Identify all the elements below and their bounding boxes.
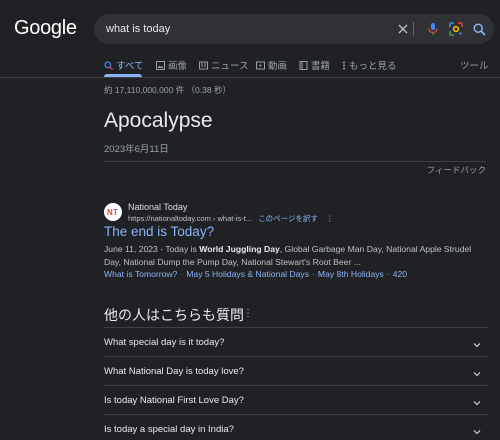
google-logo[interactable]: Google (14, 17, 77, 40)
site-name[interactable]: National Today (128, 202, 187, 212)
snippet-text: June 11, 2023 - Today is (104, 244, 200, 254)
result-title-link[interactable]: The end is Today? (104, 224, 214, 239)
more-vert-icon[interactable]: ⋮ (243, 308, 253, 319)
sitelinks: What is Tomorrow? · May 5 Holidays & Natio… (104, 269, 407, 279)
tab-all[interactable]: すべて (104, 58, 143, 72)
paa-question-text: Is today a special day in India? (104, 424, 234, 435)
result-snippet: June 11, 2023 - Today is World Juggling … (104, 243, 490, 268)
paa-question[interactable]: What special day is it today? (104, 327, 488, 356)
feedback-link[interactable]: フィードバック (427, 164, 486, 176)
lens-icon[interactable] (447, 20, 465, 38)
header-divider (0, 77, 500, 78)
tab-label: ツール (460, 61, 489, 72)
paa-question[interactable]: Is today National First Love Day? (104, 385, 488, 414)
answer-divider (104, 161, 486, 162)
paa-question[interactable]: What National Day is today love? (104, 356, 488, 385)
result-stats: 約 17,110,000,000 件 （0.38 秒） (104, 85, 231, 95)
paa-heading: 他の人はこちらも質問 (104, 307, 244, 323)
search-icon (104, 60, 113, 70)
answer-date: 2023年6月11日 (104, 144, 169, 155)
svg-text:T: T (113, 208, 118, 217)
tab-label: 動画 (268, 61, 288, 72)
sitelink[interactable]: May 5 Holidays & National Days (186, 269, 309, 279)
video-icon (256, 61, 265, 69)
paa-question-text: Is today National First Love Day? (104, 395, 244, 406)
sitelink[interactable]: What is Tomorrow? (104, 269, 177, 279)
answer-title: Apocalypse (104, 109, 213, 132)
sitelink-separator: · (386, 269, 390, 279)
paa-question-text: What National Day is today love? (104, 366, 244, 377)
chevron-down-icon (472, 366, 482, 377)
search-input[interactable] (106, 21, 386, 37)
chevron-down-icon (472, 424, 482, 435)
sitelink-separator: · (180, 269, 184, 279)
book-icon (299, 60, 308, 70)
site-favicon[interactable]: N T (104, 203, 122, 221)
tab-tools[interactable]: ツール (460, 58, 489, 72)
tab-label: ニュース (211, 61, 249, 72)
news-icon (199, 61, 208, 69)
search-tabs: すべて 画像 ニュース 動画 書籍 もっと見る ツール (104, 58, 500, 74)
sitelink[interactable]: May 8th Holidays (318, 269, 384, 279)
national-today-logo-icon: N T (107, 208, 118, 217)
tab-more[interactable]: もっと見る (342, 58, 397, 72)
header: Google (0, 0, 500, 52)
tab-label: 画像 (168, 61, 188, 72)
site-url: https://nationaltoday.com › what-is-t...… (128, 213, 334, 224)
tab-news[interactable]: ニュース (199, 58, 249, 72)
tab-images[interactable]: 画像 (156, 58, 187, 72)
url-text[interactable]: https://nationaltoday.com › what-is-t... (128, 214, 252, 223)
sitelink[interactable]: 420 (393, 269, 407, 279)
tab-label: 書籍 (311, 61, 331, 72)
tab-books[interactable]: 書籍 (299, 58, 330, 72)
mic-icon[interactable] (424, 20, 442, 38)
paa-list: What special day is it today? What Natio… (104, 327, 488, 440)
image-icon (156, 60, 165, 70)
snippet-highlight: World Juggling Day (199, 244, 280, 254)
chevron-down-icon (472, 395, 482, 406)
paa-question-text: What special day is it today? (104, 337, 225, 348)
more-vert-icon (343, 61, 345, 69)
paa-question[interactable]: Is today a special day in India? (104, 414, 488, 440)
search-box[interactable] (94, 14, 494, 44)
tab-label: すべて (116, 61, 144, 72)
sitelink-separator: · (312, 269, 315, 279)
search-icon[interactable] (470, 20, 488, 38)
tab-label: もっと見る (349, 61, 397, 72)
search-divider (413, 22, 414, 36)
chevron-down-icon (472, 337, 482, 348)
more-vert-icon[interactable]: ⋮ (326, 214, 334, 223)
tab-videos[interactable]: 動画 (256, 58, 287, 72)
translate-link[interactable]: このページを訳す (258, 214, 318, 223)
clear-icon[interactable] (394, 20, 412, 38)
